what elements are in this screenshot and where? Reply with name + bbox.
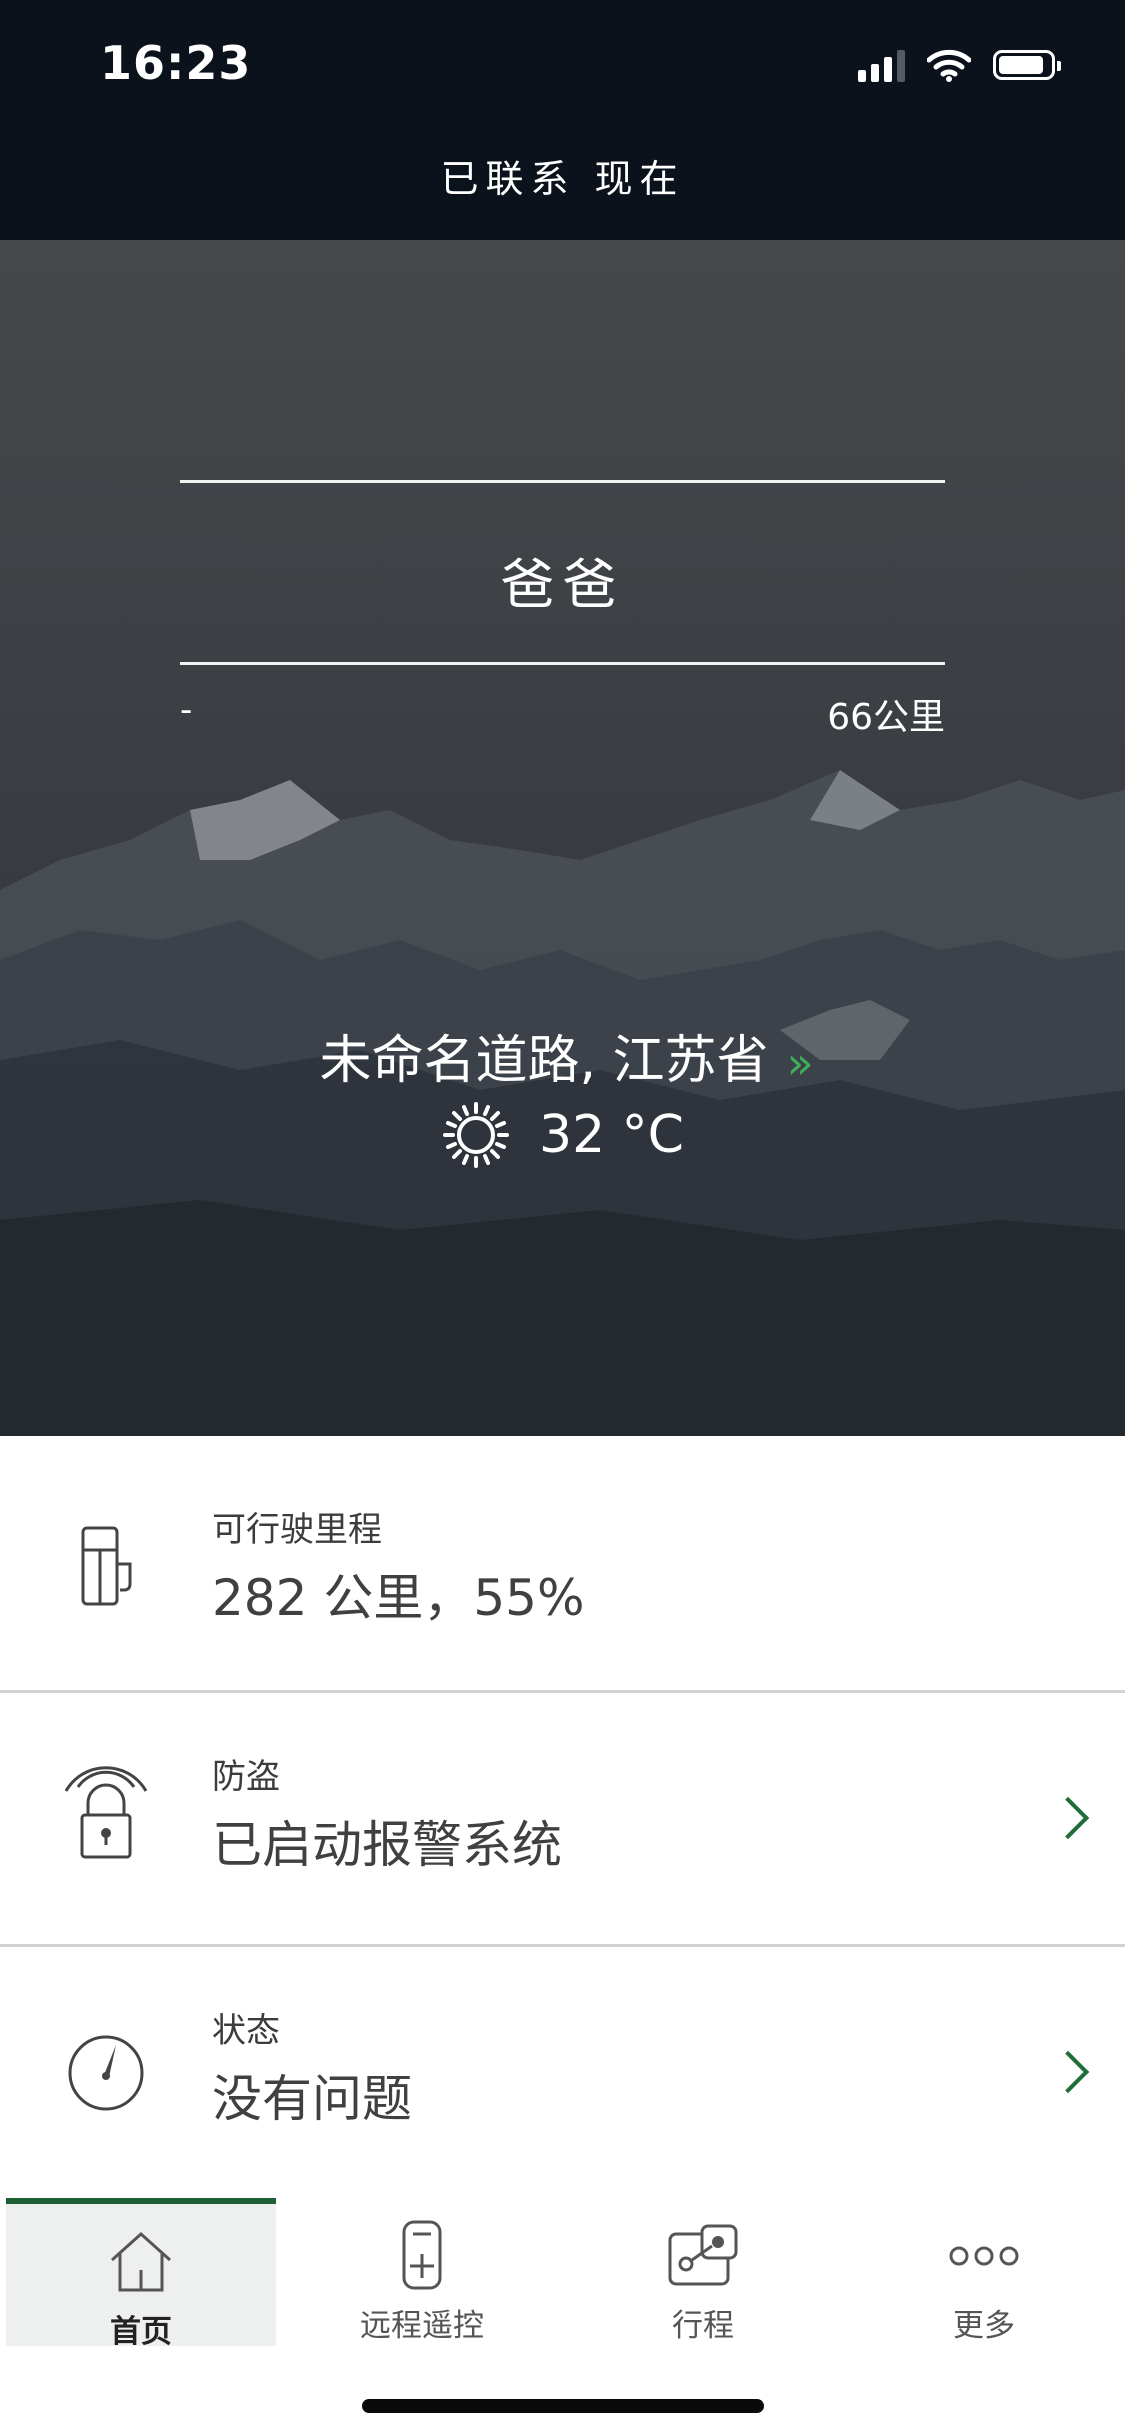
weather: 32 °C: [0, 1100, 1125, 1170]
home-icon: [110, 2231, 172, 2292]
tab-remote-control[interactable]: 远程遥控: [287, 2198, 557, 2346]
fuel-pump-icon: [81, 1526, 132, 1606]
vehicle-left-value: -: [180, 690, 193, 730]
sun-icon: [442, 1102, 509, 1168]
chevron-right-icon[interactable]: [1046, 2050, 1090, 2094]
temperature: 32 °C: [538, 1105, 684, 1165]
location[interactable]: 未命名道路, 江苏省 »: [0, 1018, 1125, 1093]
status-row[interactable]: 状态 没有问题: [0, 1947, 1125, 2198]
tab-label: 首页: [110, 2314, 172, 2350]
trips-icon: [668, 2224, 738, 2286]
anti-theft-value: 已启动报警系统: [212, 1816, 562, 1874]
tab-label: 远程遥控: [360, 2308, 484, 2344]
range-label: 可行驶里程: [212, 1510, 382, 1550]
connection-status: 已联系 现在: [440, 157, 685, 201]
home-indicator[interactable]: [362, 2399, 764, 2413]
chevron-right-icon[interactable]: [1046, 1796, 1090, 1840]
status-label: 状态: [212, 2011, 280, 2051]
status-time: 16:23: [100, 36, 252, 90]
tab-home[interactable]: 首页: [6, 2198, 276, 2350]
anti-theft-label: 防盗: [212, 1757, 280, 1797]
double-chevron-right-icon[interactable]: »: [787, 1038, 814, 1089]
vehicle-name: 爸爸: [500, 553, 625, 616]
name-divider-top: [180, 480, 945, 483]
status-icons: [858, 40, 1061, 90]
tab-more[interactable]: 更多: [849, 2198, 1119, 2346]
location-address: 未命名道路, 江苏省: [319, 1031, 769, 1091]
tab-label: 更多: [953, 2308, 1015, 2344]
wifi-icon: [927, 49, 971, 82]
tab-trips[interactable]: 行程: [568, 2198, 838, 2346]
more-icon: [949, 2246, 1019, 2266]
range-value: 282 公里，55%: [212, 1569, 585, 1627]
odometer: 66公里: [827, 697, 945, 738]
name-divider-bottom: [180, 662, 945, 665]
vehicle-hero: 爸爸 - 66公里 未命名道路, 江苏省 » 32 °C: [0, 240, 1125, 1436]
gauge-icon: [68, 2035, 144, 2111]
anti-theft-row[interactable]: 防盗 已启动报警系统: [0, 1693, 1125, 1944]
range-row: 可行驶里程 282 公里，55%: [0, 1436, 1125, 1690]
status-value: 没有问题: [212, 2070, 412, 2128]
alarm-lock-icon: [64, 1766, 148, 1859]
battery-icon: [993, 50, 1061, 80]
remote-control-icon: [402, 2220, 442, 2290]
cellular-signal-icon: [858, 48, 905, 82]
mountain-background: [0, 770, 1125, 1436]
tab-label: 行程: [672, 2308, 734, 2344]
